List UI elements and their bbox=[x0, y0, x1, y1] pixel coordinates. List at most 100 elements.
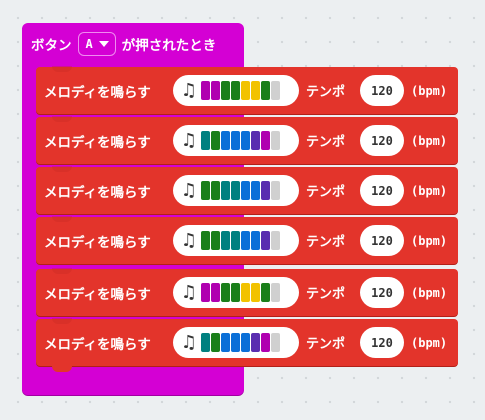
melody-note-swatch bbox=[231, 333, 240, 352]
block-notch bbox=[52, 116, 72, 122]
melody-note-swatch bbox=[271, 283, 280, 302]
melody-note-swatch bbox=[231, 181, 240, 200]
tempo-input[interactable]: 120 bbox=[360, 75, 404, 106]
bpm-unit: (bpm) bbox=[411, 233, 448, 248]
play-melody-label: メロディを鳴らす bbox=[44, 84, 151, 101]
melody-editor-field[interactable]: ♫ bbox=[173, 225, 299, 256]
melody-note-swatch bbox=[251, 333, 260, 352]
melody-note-swatch bbox=[271, 333, 280, 352]
play-melody-block[interactable]: メロディを鳴らす ♫ テンポ 120 (bpm) bbox=[36, 268, 458, 316]
tempo-label: テンポ bbox=[306, 287, 346, 302]
melody-note-swatch bbox=[221, 333, 230, 352]
melody-note-swatch bbox=[221, 181, 230, 200]
melody-note-swatch bbox=[261, 131, 270, 150]
play-melody-label: メロディを鳴らす bbox=[44, 336, 151, 353]
melody-editor-field[interactable]: ♫ bbox=[173, 277, 299, 308]
melody-note-swatch bbox=[251, 231, 260, 250]
tempo-input[interactable]: 120 bbox=[360, 327, 404, 358]
melody-editor-field[interactable]: ♫ bbox=[173, 125, 299, 156]
melody-note-swatch bbox=[221, 81, 230, 100]
melody-note-swatch bbox=[231, 231, 240, 250]
play-melody-block[interactable]: メロディを鳴らす ♫ テンポ 120 (bpm) bbox=[36, 166, 458, 214]
music-note-icon: ♫ bbox=[180, 332, 198, 353]
event-label: ボタン bbox=[31, 38, 72, 54]
melody-note-swatch bbox=[251, 81, 260, 100]
melody-note-swatch bbox=[241, 131, 250, 150]
tempo-label: テンポ bbox=[306, 337, 346, 352]
melody-editor-field[interactable]: ♫ bbox=[173, 175, 299, 206]
tempo-input[interactable]: 120 bbox=[360, 175, 404, 206]
music-note-icon: ♫ bbox=[180, 282, 198, 303]
melody-note-swatch bbox=[211, 181, 220, 200]
melody-note-swatch bbox=[201, 131, 210, 150]
melody-note-swatch bbox=[251, 283, 260, 302]
block-notch bbox=[52, 268, 72, 274]
music-note-icon: ♫ bbox=[180, 80, 198, 101]
play-melody-label: メロディを鳴らす bbox=[44, 286, 151, 303]
melody-note-swatch bbox=[271, 131, 280, 150]
melody-note-swatch bbox=[201, 333, 210, 352]
block-notch bbox=[52, 166, 72, 172]
melody-editor-field[interactable]: ♫ bbox=[173, 75, 299, 106]
music-note-icon: ♫ bbox=[180, 180, 198, 201]
melody-note-swatch bbox=[201, 81, 210, 100]
play-melody-block[interactable]: メロディを鳴らす ♫ テンポ 120 (bpm) bbox=[36, 66, 458, 114]
tempo-input[interactable]: 120 bbox=[360, 125, 404, 156]
melody-note-swatch bbox=[231, 81, 240, 100]
bpm-unit: (bpm) bbox=[411, 133, 448, 148]
melody-note-swatch bbox=[201, 231, 210, 250]
play-melody-label: メロディを鳴らす bbox=[44, 184, 151, 201]
chevron-down-icon bbox=[98, 41, 109, 47]
melody-note-swatch bbox=[241, 231, 250, 250]
tempo-label: テンポ bbox=[306, 185, 346, 200]
bpm-unit: (bpm) bbox=[411, 285, 448, 300]
melody-note-swatch bbox=[211, 81, 220, 100]
bpm-unit: (bpm) bbox=[411, 335, 448, 350]
melody-note-swatch bbox=[221, 231, 230, 250]
melody-note-swatch bbox=[271, 231, 280, 250]
button-dropdown[interactable]: A bbox=[77, 32, 116, 56]
melody-note-swatch bbox=[221, 283, 230, 302]
tempo-label: テンポ bbox=[306, 135, 346, 150]
block-notch bbox=[52, 66, 72, 72]
button-value: A bbox=[85, 37, 93, 51]
melody-note-swatch bbox=[211, 131, 220, 150]
tempo-label: テンポ bbox=[306, 85, 346, 100]
music-note-icon: ♫ bbox=[180, 230, 198, 251]
play-melody-label: メロディを鳴らす bbox=[44, 234, 151, 251]
event-header: ボタン A が押されたとき bbox=[22, 23, 253, 65]
melody-note-swatch bbox=[201, 181, 210, 200]
melody-note-swatch bbox=[241, 283, 250, 302]
event-suffix: が押されたとき bbox=[121, 38, 217, 54]
melody-editor-field[interactable]: ♫ bbox=[173, 327, 299, 358]
melody-note-swatch bbox=[231, 131, 240, 150]
block-bottom-notch bbox=[52, 366, 72, 372]
melody-note-swatch bbox=[211, 283, 220, 302]
melody-note-swatch bbox=[261, 81, 270, 100]
melody-note-swatch bbox=[241, 333, 250, 352]
bpm-unit: (bpm) bbox=[411, 83, 448, 98]
tempo-input[interactable]: 120 bbox=[360, 225, 404, 256]
melody-note-swatch bbox=[251, 181, 260, 200]
melody-note-swatch bbox=[211, 333, 220, 352]
melody-note-swatch bbox=[221, 131, 230, 150]
melody-note-swatch bbox=[241, 181, 250, 200]
melody-note-swatch bbox=[251, 131, 260, 150]
melody-note-swatch bbox=[231, 283, 240, 302]
melody-note-swatch bbox=[271, 181, 280, 200]
melody-note-swatch bbox=[241, 81, 250, 100]
play-melody-block[interactable]: メロディを鳴らす ♫ テンポ 120 (bpm) bbox=[36, 318, 458, 372]
tempo-label: テンポ bbox=[306, 235, 346, 250]
melody-note-swatch bbox=[261, 283, 270, 302]
melody-note-swatch bbox=[211, 231, 220, 250]
block-notch bbox=[52, 318, 72, 324]
tempo-input[interactable]: 120 bbox=[360, 277, 404, 308]
play-melody-label: メロディを鳴らす bbox=[44, 134, 151, 151]
music-note-icon: ♫ bbox=[180, 130, 198, 151]
play-melody-block[interactable]: メロディを鳴らす ♫ テンポ 120 (bpm) bbox=[36, 116, 458, 164]
melody-note-swatch bbox=[201, 283, 210, 302]
bpm-unit: (bpm) bbox=[411, 183, 448, 198]
melody-note-swatch bbox=[271, 81, 280, 100]
melody-note-swatch bbox=[261, 231, 270, 250]
play-melody-block[interactable]: メロディを鳴らす ♫ テンポ 120 (bpm) bbox=[36, 216, 458, 264]
